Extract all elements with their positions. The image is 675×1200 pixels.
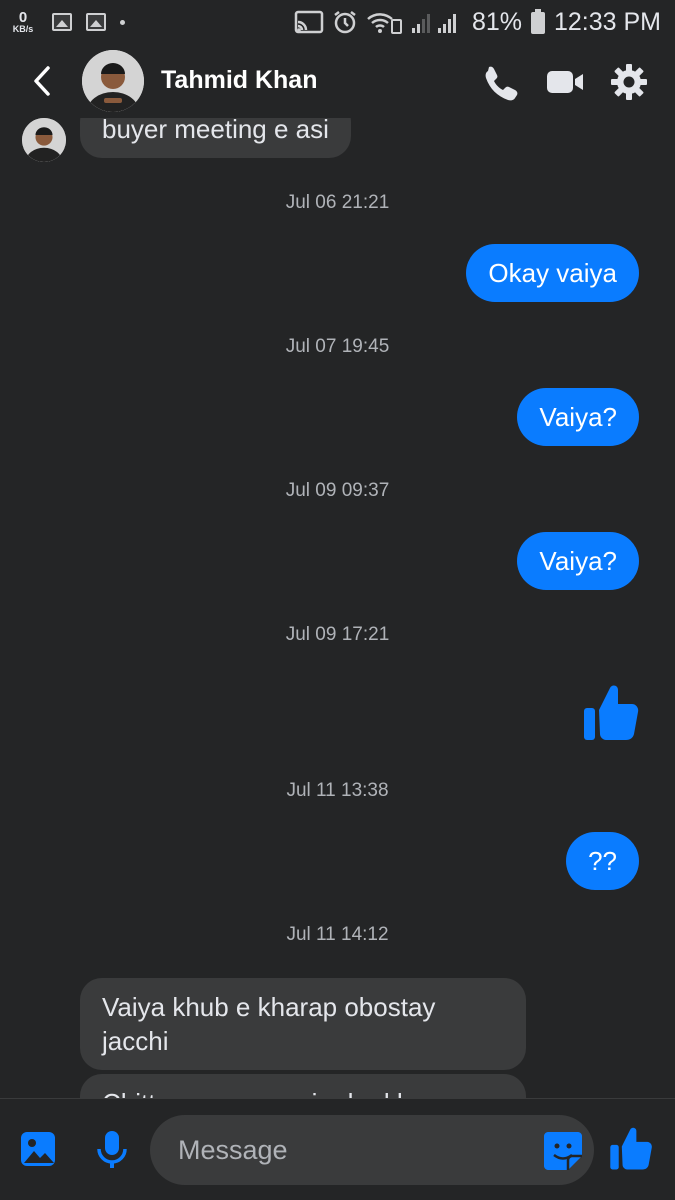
back-arrow-icon[interactable] [28, 64, 58, 98]
outgoing-message[interactable]: ?? [566, 832, 639, 890]
incoming-message[interactable]: Chittagong e cousin der kharap [80, 1074, 526, 1098]
contact-name[interactable]: Tahmid Khan [161, 66, 317, 95]
phone-icon[interactable] [480, 62, 520, 102]
chat-header: Tahmid Khan [0, 44, 675, 120]
thumbs-up-icon[interactable] [582, 682, 640, 742]
network-speed-value: 0 [18, 9, 28, 26]
more-notifications-icon [120, 19, 125, 25]
battery-icon [530, 9, 545, 34]
alarm-icon [334, 11, 356, 34]
contact-avatar[interactable] [82, 50, 144, 112]
network-speed-unit: KB/s [12, 24, 34, 34]
video-camera-icon[interactable] [545, 62, 585, 102]
status-bar: 0 KB/s 81% 12:33 PM [0, 0, 675, 44]
gallery-notification-icon [86, 13, 106, 31]
clock: 12:33 PM [553, 7, 661, 36]
outgoing-message[interactable]: Vaiya? [517, 532, 639, 590]
sticker-icon[interactable] [542, 1130, 584, 1172]
battery-percent: 81% [471, 7, 522, 36]
timestamp: Jul 11 14:12 [286, 924, 389, 945]
timestamp: Jul 09 09:37 [285, 480, 390, 501]
network-speed: 0 KB/s [8, 10, 38, 34]
thumbs-up-icon[interactable] [608, 1125, 654, 1171]
message-field[interactable] [150, 1115, 594, 1185]
timestamp: Jul 11 13:38 [286, 780, 389, 801]
image-icon[interactable] [18, 1129, 58, 1169]
gallery-notification-icon [52, 13, 72, 31]
outgoing-message[interactable]: Vaiya? [517, 388, 639, 446]
contact-avatar-small [22, 118, 66, 162]
timestamp: Jul 07 19:45 [285, 336, 390, 357]
composer-bar [0, 1098, 675, 1200]
incoming-message[interactable]: buyer meeting e asi [80, 118, 351, 158]
message-input[interactable] [178, 1115, 538, 1185]
timestamp: Jul 09 17:21 [285, 624, 390, 645]
timestamp: Jul 06 21:21 [285, 192, 390, 213]
signal-icon [411, 14, 456, 33]
message-list[interactable]: buyer meeting e asi Jul 06 21:21 Okay va… [0, 118, 675, 1098]
incoming-message[interactable]: Vaiya khub e kharap obostay jacchi [80, 978, 526, 1070]
outgoing-message[interactable]: Okay vaiya [466, 244, 639, 302]
wifi-icon [367, 13, 402, 34]
cast-icon [294, 10, 324, 34]
gear-icon[interactable] [609, 62, 649, 102]
microphone-icon[interactable] [92, 1129, 132, 1169]
